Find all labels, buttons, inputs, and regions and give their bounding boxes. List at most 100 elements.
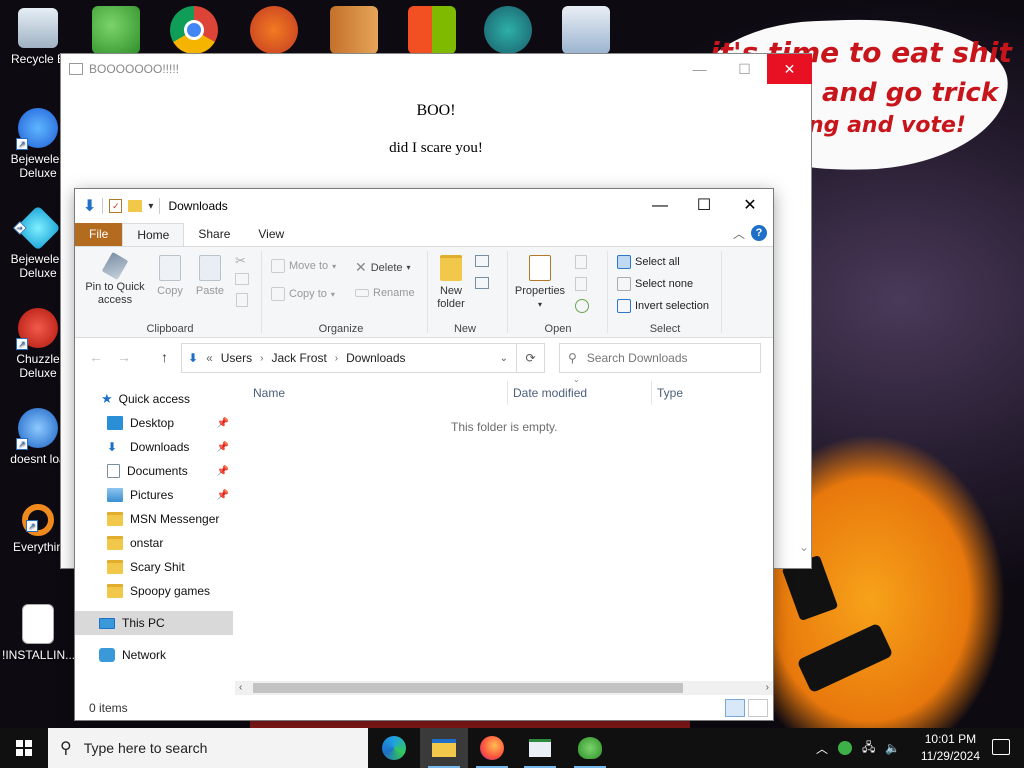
start-button[interactable] (0, 728, 48, 768)
open-icon[interactable] (575, 255, 587, 269)
scroll-right-icon[interactable]: › (766, 681, 769, 695)
breadcrumb-jack-frost[interactable]: Jack Frost (271, 351, 326, 365)
edit-icon[interactable] (575, 277, 587, 291)
nav-downloads[interactable]: ⬇ Downloads 📌 (75, 435, 233, 459)
explorer-close-button[interactable]: ✕ (727, 189, 773, 223)
tab-share[interactable]: Share (184, 223, 244, 247)
nav-folder-msn-messenger[interactable]: MSN Messenger (75, 507, 233, 531)
tab-home[interactable]: Home (122, 223, 185, 247)
paste-button[interactable]: Paste (193, 255, 227, 298)
book-desktop-icon[interactable] (330, 6, 378, 54)
nav-folder-onstar[interactable]: onstar (75, 531, 233, 555)
taskbar-file-explorer[interactable] (420, 728, 468, 768)
sort-indicator-icon: ⌄ (573, 375, 580, 384)
scroll-down-icon[interactable]: ⌄ (799, 540, 809, 554)
large-icons-view-button[interactable] (748, 699, 768, 717)
installing-desktop-icon[interactable]: !INSTALLIN... (2, 604, 75, 662)
nav-folder-spoopy-games[interactable]: Spoopy games (75, 579, 233, 603)
easy-access-icon[interactable] (475, 277, 489, 289)
delete-button[interactable]: ✕ Delete ▾ (355, 259, 411, 276)
help-icon[interactable]: ? (751, 225, 767, 241)
taskbar-app-window[interactable] (516, 728, 564, 768)
nav-desktop[interactable]: Desktop 📌 (75, 411, 233, 435)
pin-to-quick-access-button[interactable]: Pin to Quick access (81, 251, 149, 307)
game-character-desktop-icon[interactable] (484, 6, 532, 54)
properties-button[interactable]: Properties ▾ (513, 255, 567, 311)
file-explorer-window[interactable]: ⬇ ✓ ▾ Downloads — ☐ ✕ File Home Share Vi… (74, 188, 774, 721)
address-overflow[interactable]: « (206, 351, 213, 365)
pictures-icon (107, 488, 123, 502)
pango-desktop-icon[interactable] (250, 6, 298, 54)
select-none-button[interactable]: Select none (617, 277, 693, 291)
taskbar-msn-messenger[interactable] (566, 728, 614, 768)
explorer-minimize-button[interactable]: — (637, 189, 683, 223)
settings-shield-desktop-icon[interactable] (562, 6, 610, 54)
forward-button[interactable]: → (117, 349, 131, 365)
pin-icon: 📌 (216, 441, 229, 453)
new-item-icon[interactable] (475, 255, 489, 267)
cut-icon[interactable]: ✂ (235, 253, 246, 269)
chrome-desktop-icon[interactable] (170, 6, 218, 54)
select-all-button[interactable]: Select all (617, 255, 680, 269)
history-icon[interactable] (575, 299, 589, 313)
properties-check-icon[interactable]: ✓ (109, 199, 123, 213)
column-header-name[interactable]: Name (253, 381, 285, 405)
taskbar-search-box[interactable]: ⚲ Type here to search (48, 728, 368, 768)
horizontal-scrollbar[interactable]: ‹ › (235, 681, 773, 695)
customize-quick-access-icon[interactable]: ▾ (148, 201, 153, 212)
invert-selection-label: Invert selection (635, 300, 709, 312)
nav-quick-access[interactable]: ★ Quick access (75, 387, 233, 411)
column-header-type[interactable]: Type (657, 381, 683, 405)
shortcut-arrow-icon: ↗ (26, 520, 38, 532)
notification-center-icon[interactable] (992, 739, 1010, 755)
new-folder-quick-icon[interactable] (128, 200, 143, 212)
properties-icon (529, 255, 551, 281)
up-button[interactable]: ↑ (161, 349, 168, 365)
rename-button[interactable]: Rename (355, 287, 415, 299)
copy-to-button[interactable]: Copy to ▾ (271, 287, 335, 301)
boo-window-title: BOOOOOOO!!!!! (89, 62, 180, 76)
details-view-button[interactable] (725, 699, 745, 717)
chevron-right-icon[interactable]: › (335, 353, 338, 364)
msn-messenger-desktop-icon[interactable] (92, 6, 140, 54)
down-arrow-icon[interactable]: ⬇ (83, 196, 96, 216)
new-folder-button[interactable]: New folder (431, 255, 471, 311)
nav-this-pc[interactable]: This PC (75, 611, 233, 635)
taskbar-edge[interactable] (370, 728, 418, 768)
move-to-button[interactable]: Move to ▾ (271, 259, 336, 273)
clock[interactable]: 10:01 PM 11/29/2024 (921, 731, 980, 765)
network-icon[interactable]: 🖧 (862, 738, 875, 759)
msn-tray-icon[interactable] (838, 741, 853, 755)
breadcrumb-users[interactable]: Users (221, 351, 252, 365)
nav-documents[interactable]: Documents 📌 (75, 459, 233, 483)
show-hidden-icons-icon[interactable]: ︿ (816, 740, 828, 757)
explorer-maximize-button[interactable]: ☐ (681, 189, 727, 223)
scroll-left-icon[interactable]: ‹ (239, 681, 242, 695)
paste-shortcut-icon[interactable] (236, 293, 248, 307)
nav-pictures[interactable]: Pictures 📌 (75, 483, 233, 507)
shortcut-arrow-icon: ↗ (16, 338, 28, 350)
invert-selection-button[interactable]: Invert selection (617, 299, 709, 313)
breadcrumb-downloads[interactable]: Downloads (346, 351, 405, 365)
windows-shield-desktop-icon[interactable] (408, 6, 456, 54)
refresh-button[interactable]: ⟳ (517, 343, 545, 373)
taskbar-firefox[interactable] (468, 728, 516, 768)
search-input[interactable]: ⚲ Search Downloads (559, 343, 761, 373)
tab-view[interactable]: View (244, 223, 298, 247)
address-dropdown-icon[interactable]: ⌄ (500, 353, 508, 364)
chevron-right-icon[interactable]: › (260, 353, 263, 364)
boo-close-button[interactable]: ✕ (767, 54, 812, 84)
collapse-ribbon-icon[interactable]: ︿ (733, 225, 745, 242)
copy-button[interactable]: Copy (153, 255, 187, 298)
back-button[interactable]: ← (89, 349, 103, 365)
nav-folder-scary-shit[interactable]: Scary Shit (75, 555, 233, 579)
tab-file[interactable]: File (75, 223, 123, 247)
copy-path-icon[interactable] (235, 273, 249, 285)
boo-minimize-button[interactable]: — (677, 54, 722, 84)
volume-icon[interactable]: 🔈 (885, 741, 900, 755)
nav-network[interactable]: Network (75, 643, 233, 667)
boo-maximize-button[interactable]: ☐ (722, 54, 767, 84)
column-header-date-modified[interactable]: Date modified (513, 381, 587, 405)
scrollbar-thumb[interactable] (253, 683, 683, 693)
address-bar[interactable]: ⬇ « Users › Jack Frost › Downloads ⌄ (181, 343, 517, 373)
